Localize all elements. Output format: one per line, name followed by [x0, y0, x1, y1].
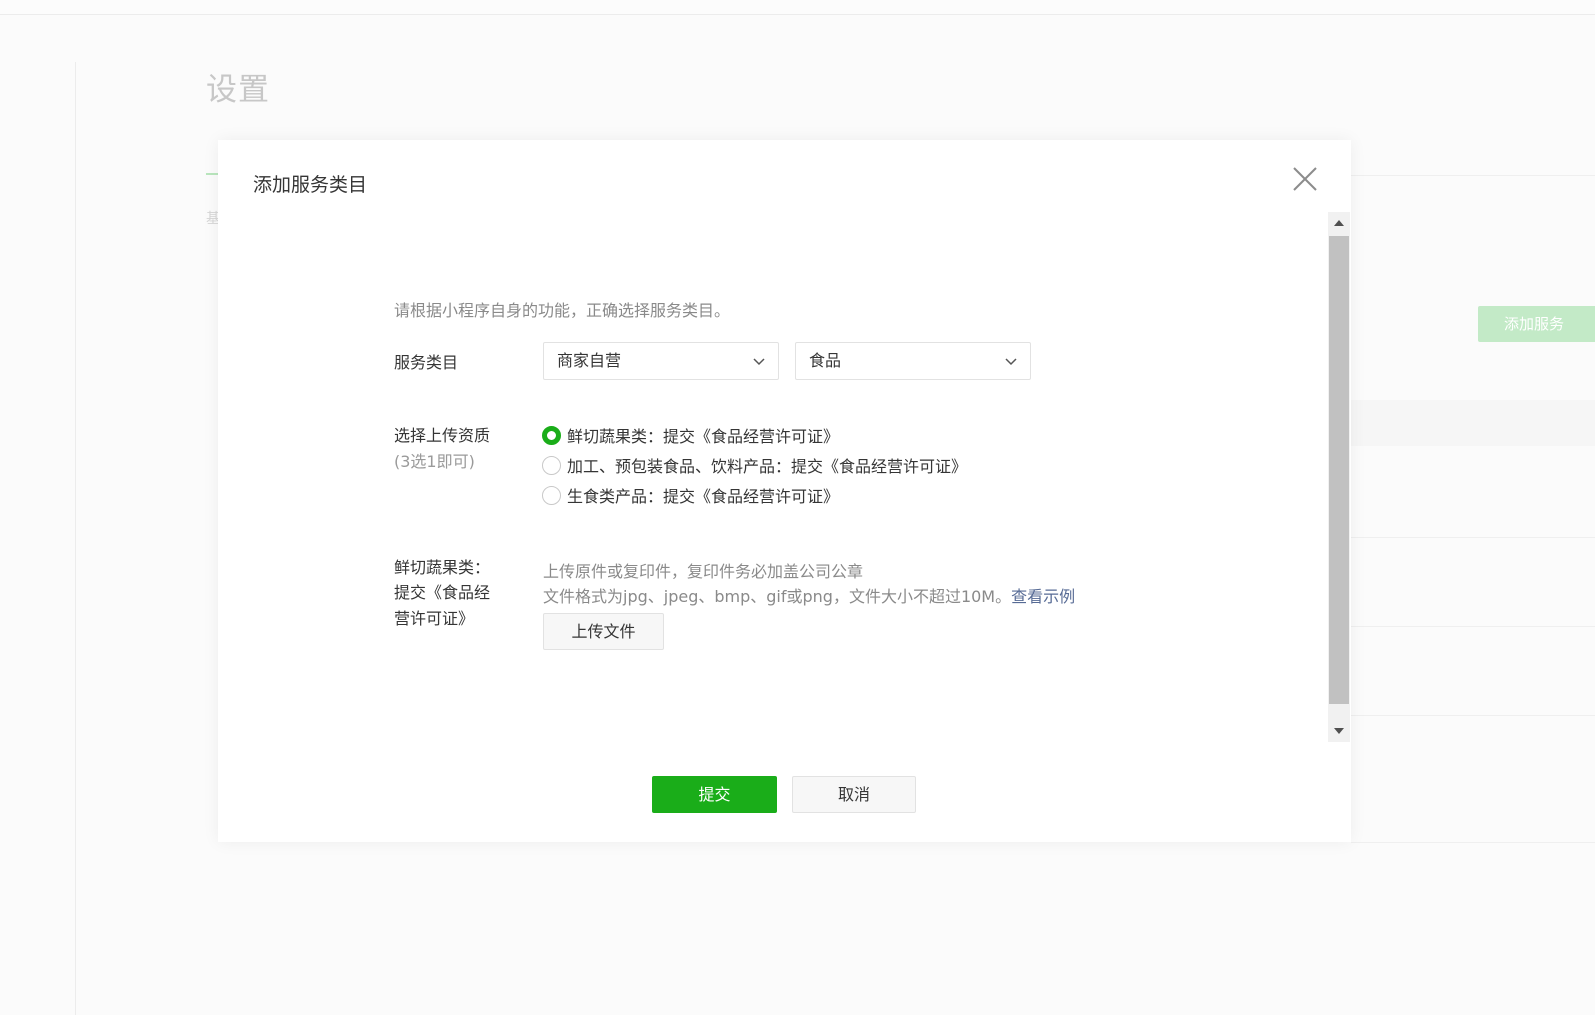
upload-format-text: 文件格式为jpg、jpeg、bmp、gif或png，文件大小不超过10M。: [543, 587, 1012, 606]
add-service-category-dialog: 添加服务类目 请根据小程序自身的功能，正确选择服务类目。 服务类目 商家自营 食…: [218, 140, 1351, 842]
upload-file-button[interactable]: 上传文件: [543, 613, 664, 650]
qualification-option[interactable]: 加工、预包装食品、饮料产品：提交《食品经营许可证》: [542, 452, 967, 478]
page-title: 设置: [206, 72, 270, 108]
qualification-option-label: 加工、预包装食品、饮料产品：提交《食品经营许可证》: [567, 457, 968, 476]
table-divider: [1351, 842, 1595, 843]
qualification-option[interactable]: 生食类产品：提交《食品经营许可证》: [542, 482, 839, 508]
qualification-sublabel: (3选1即可): [394, 452, 475, 471]
chevron-down-icon: [1005, 358, 1017, 366]
scroll-down-arrow-icon: [1334, 728, 1344, 734]
table-header-row: [1351, 400, 1595, 446]
submit-button[interactable]: 提交: [652, 776, 777, 813]
primary-category-select[interactable]: 商家自营: [543, 342, 779, 380]
top-bar: [0, 0, 1595, 15]
qualification-option-label: 鲜切蔬果类：提交《食品经营许可证》: [567, 427, 840, 446]
table-divider: [1351, 537, 1595, 538]
close-icon: [1293, 167, 1317, 191]
qualification-label: 选择上传资质: [394, 426, 491, 445]
category-label: 服务类目: [394, 353, 459, 372]
radio-unchecked[interactable]: [542, 455, 561, 475]
primary-category-value: 商家自营: [557, 351, 622, 370]
scroll-thumb[interactable]: [1329, 236, 1349, 704]
close-button[interactable]: [1290, 164, 1320, 194]
upload-label-line: 营许可证》: [394, 609, 475, 628]
scroll-up-button[interactable]: [1328, 212, 1350, 234]
secondary-category-select[interactable]: 食品: [795, 342, 1031, 380]
upload-label-line: 鲜切蔬果类：: [394, 558, 491, 577]
chevron-down-icon: [753, 358, 765, 366]
qualification-option-label: 生食类产品：提交《食品经营许可证》: [567, 487, 840, 506]
add-service-button[interactable]: 添加服务: [1478, 306, 1595, 342]
secondary-category-value: 食品: [809, 351, 842, 370]
upload-hint-copy: 上传原件或复印件，复印件务必加盖公司公章: [543, 562, 864, 581]
scroll-up-arrow-icon: [1334, 220, 1344, 226]
radio-checked[interactable]: [542, 425, 561, 445]
cancel-button[interactable]: 取消: [792, 776, 916, 813]
view-example-link[interactable]: 查看示例: [1011, 587, 1075, 606]
table-divider: [1351, 175, 1595, 176]
table-divider: [1351, 626, 1595, 627]
scroll-down-button[interactable]: [1328, 720, 1350, 742]
dialog-scrollbar[interactable]: [1328, 212, 1350, 742]
dialog-title: 添加服务类目: [253, 174, 368, 196]
radio-unchecked[interactable]: [542, 485, 561, 505]
qualification-option[interactable]: 鲜切蔬果类：提交《食品经营许可证》: [542, 422, 839, 448]
table-divider: [1351, 715, 1595, 716]
category-hint: 请根据小程序自身的功能，正确选择服务类目。: [394, 301, 731, 320]
upload-hint-format: 文件格式为jpg、jpeg、bmp、gif或png，文件大小不超过10M。查看示…: [543, 583, 1075, 607]
upload-label-line: 提交《食品经: [394, 583, 491, 602]
sidebar-divider: [75, 62, 76, 1015]
